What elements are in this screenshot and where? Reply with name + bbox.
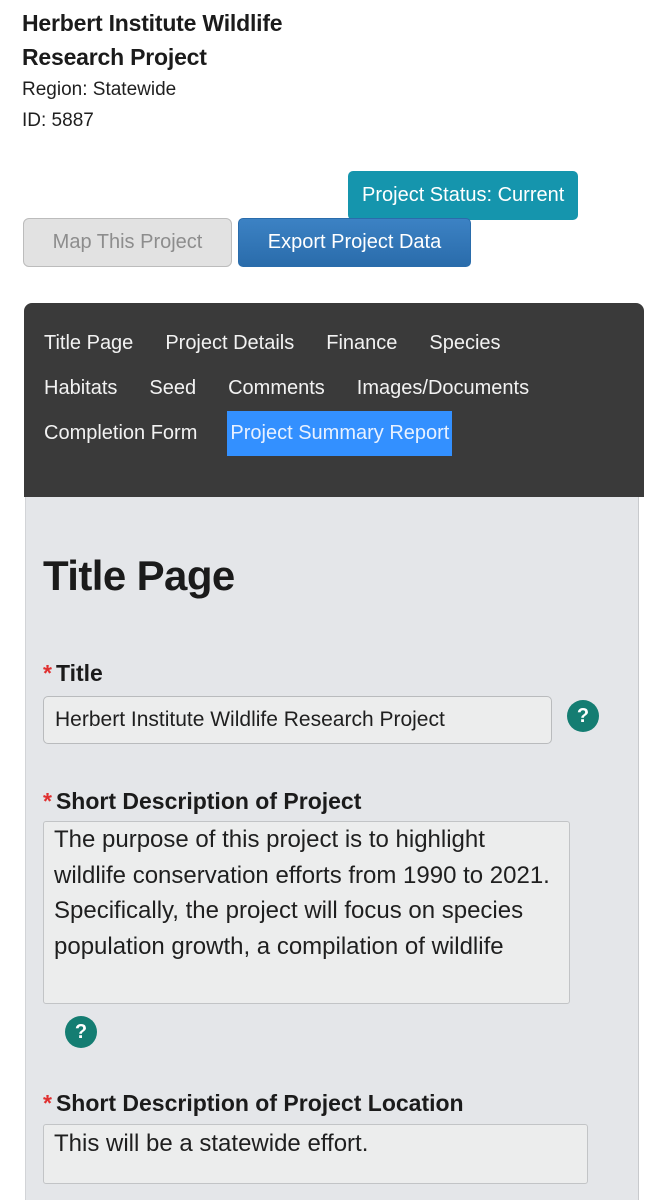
- short-description-textarea[interactable]: [43, 821, 570, 1004]
- tab-finance[interactable]: Finance: [324, 321, 399, 366]
- title-input[interactable]: [43, 696, 552, 744]
- panel-heading: Title Page: [43, 552, 235, 599]
- required-asterisk: *: [43, 788, 52, 814]
- help-icon[interactable]: ?: [567, 700, 599, 732]
- nav-row: Title Page Project Details Finance Speci…: [42, 321, 626, 456]
- tab-images-documents[interactable]: Images/Documents: [355, 366, 531, 411]
- title-page-panel: Title Page *Title ? *Short Description o…: [25, 497, 639, 1200]
- location-description-textarea[interactable]: [43, 1124, 588, 1184]
- short-description-field-label: * Short Description of Project: [43, 786, 621, 816]
- tab-title-page[interactable]: Title Page: [42, 321, 135, 366]
- export-project-data-button[interactable]: Export Project Data: [238, 218, 471, 267]
- short-description-label-text: Short Description of Project: [55, 788, 362, 814]
- tab-project-details[interactable]: Project Details: [163, 321, 296, 366]
- page-title: Herbert Institute Wildlife Research Proj…: [22, 10, 283, 70]
- project-header: Herbert Institute Wildlife Research Proj…: [22, 6, 422, 136]
- title-input-row: ?: [43, 688, 621, 744]
- location-description-label-text: Short Description of Project Location: [55, 1090, 464, 1116]
- map-this-project-button[interactable]: Map This Project: [23, 218, 232, 267]
- help-icon[interactable]: ?: [65, 1016, 97, 1048]
- tab-comments[interactable]: Comments: [226, 366, 327, 411]
- tab-project-summary-report[interactable]: Project Summary Report: [227, 411, 453, 456]
- title-label-text: Title: [55, 660, 103, 686]
- location-description-field-label: * Short Description of Project Location: [43, 1088, 621, 1118]
- tab-habitats[interactable]: Habitats: [42, 366, 119, 411]
- page-root: Herbert Institute Wildlife Research Proj…: [0, 0, 646, 1200]
- tab-completion-form[interactable]: Completion Form: [42, 411, 199, 456]
- project-id: ID: 5887: [22, 110, 94, 131]
- required-asterisk: *: [43, 1090, 52, 1116]
- project-region: Region: Statewide: [22, 79, 177, 100]
- status-badge: Project Status: Current: [348, 171, 579, 220]
- tab-species[interactable]: Species: [427, 321, 502, 366]
- tab-seed[interactable]: Seed: [147, 366, 198, 411]
- project-tab-nav: Title Page Project Details Finance Speci…: [24, 303, 644, 497]
- title-field-label: * Title: [43, 658, 621, 688]
- required-asterisk: *: [43, 660, 52, 686]
